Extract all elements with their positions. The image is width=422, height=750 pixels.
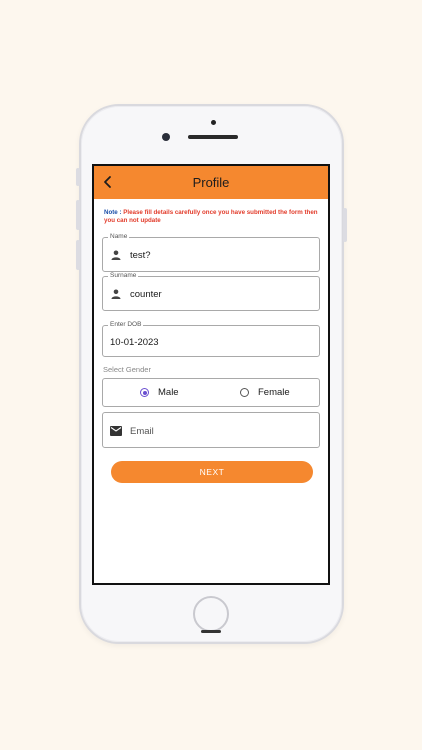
power-button	[343, 208, 347, 242]
app-screen: Profile Note : Please fill details caref…	[92, 164, 330, 585]
front-camera	[162, 133, 170, 141]
radio-female-label[interactable]: Female	[258, 387, 290, 398]
home-button[interactable]	[193, 596, 229, 633]
note-message: Please fill details carefully once you h…	[104, 209, 318, 224]
dob-field[interactable]: Enter DOB 10-01-2023	[102, 321, 320, 357]
gender-selector: Male Female	[102, 378, 320, 407]
mail-icon	[110, 426, 122, 436]
name-label: Name	[108, 233, 130, 240]
person-icon	[111, 289, 121, 299]
surname-field[interactable]: Surname counter	[102, 272, 320, 311]
radio-male[interactable]	[140, 388, 149, 397]
radio-male-label[interactable]: Male	[158, 387, 179, 398]
name-field[interactable]: Name test?	[102, 233, 320, 272]
next-button[interactable]: NEXT	[111, 461, 313, 483]
dob-value: 10-01-2023	[110, 337, 159, 348]
dob-label: Enter DOB	[108, 321, 144, 328]
volume-up-button	[76, 200, 80, 230]
email-placeholder: Email	[130, 426, 154, 437]
note-text: Note : Please fill details carefully onc…	[104, 209, 318, 225]
email-field[interactable]: Email	[102, 412, 320, 448]
note-label: Note :	[104, 209, 122, 216]
surname-label: Surname	[108, 272, 139, 279]
volume-down-button	[76, 240, 80, 270]
surname-value: counter	[130, 289, 162, 300]
page-title: Profile	[192, 175, 230, 190]
front-sensor	[211, 120, 216, 125]
earpiece-speaker	[188, 135, 238, 139]
gender-label: Select Gender	[103, 365, 151, 374]
radio-female[interactable]	[240, 388, 249, 397]
person-icon	[111, 250, 121, 260]
mute-switch	[76, 168, 80, 186]
name-value: test?	[130, 250, 151, 261]
app-bar: Profile	[94, 166, 328, 199]
